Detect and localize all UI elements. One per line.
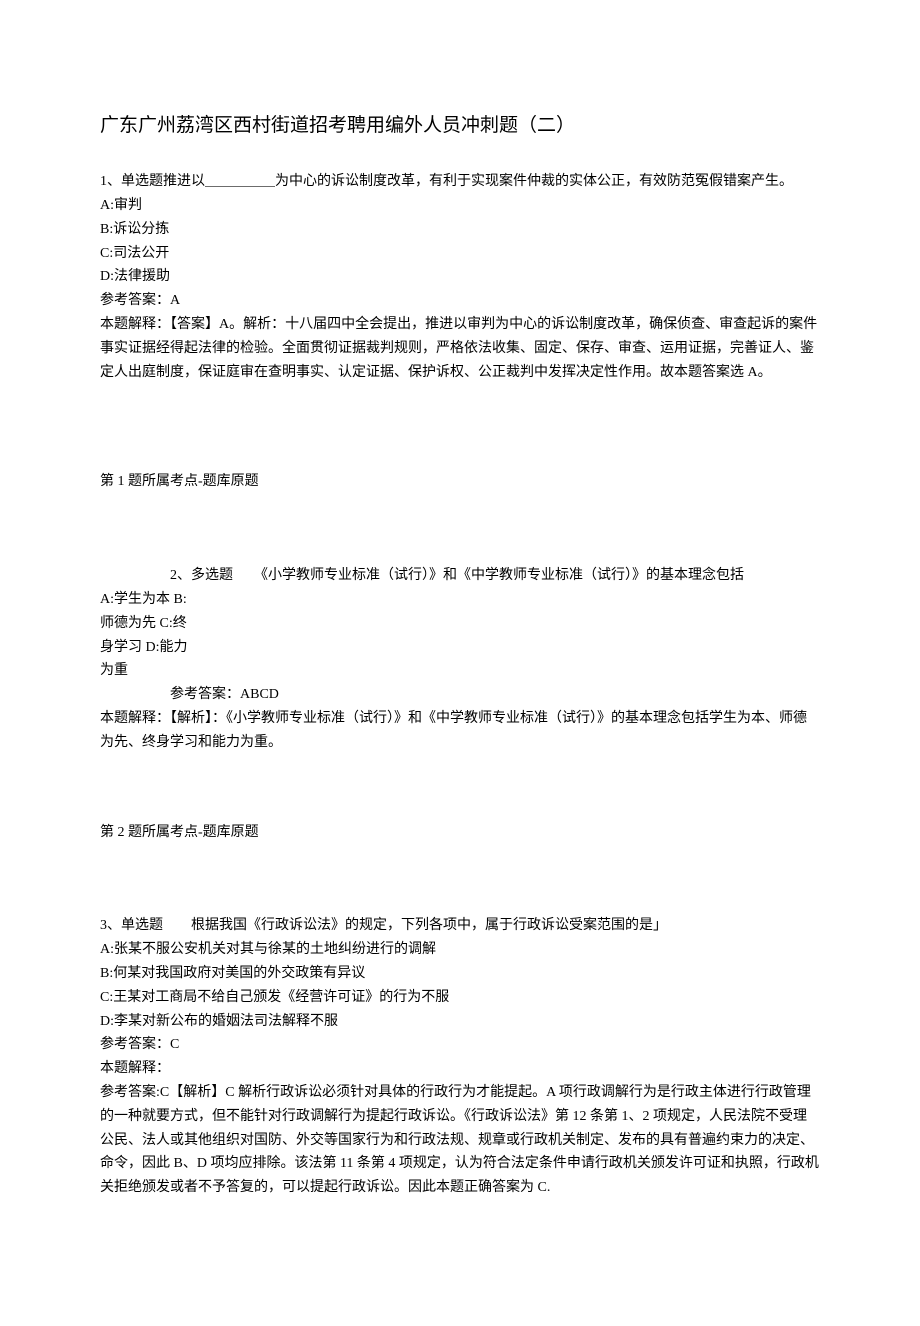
q2-explanation: 本题解释：【解析】：《小学教师专业标准（试行）》和《中学教师专业标准（试行）》的… [100, 707, 820, 755]
q2-stem: 2、多选题 《小学教师专业标准（试行）》和《中学教师专业标准（试行）》的基本理念… [100, 564, 820, 588]
q1-footer: 第 1 题所属考点-题库原题 [100, 470, 820, 494]
q1-explanation: 本题解释：【答案】A。解析：十八届四中全会提出，推进以审判为中心的诉讼制度改革，… [100, 313, 820, 384]
q1-option-a: A:审判 [100, 194, 820, 218]
q1-answer: 参考答案：A [100, 289, 820, 313]
q3-explanation-label: 本题解释： [100, 1057, 820, 1081]
q2-option-d: 为重 [100, 659, 820, 683]
q1-option-c: C:司法公开 [100, 242, 820, 266]
q3-explanation: 参考答案:C【解析】C 解析行政诉讼必须针对具体的行政行为才能提起。A 项行政调… [100, 1081, 820, 1200]
question-1: 1、单选题推进以＿＿＿＿＿为中心的诉讼制度改革，有利于实现案件仲裁的实体公正，有… [100, 170, 820, 384]
q2-footer: 第 2 题所属考点-题库原题 [100, 821, 820, 845]
page-title: 广东广州荔湾区西村街道招考聘用编外人员冲刺题（二） [100, 110, 820, 142]
q1-option-d: D:法律援助 [100, 265, 820, 289]
q2-option-c: 身学习 D:能力 [100, 636, 820, 660]
q3-option-c: C:王某对工商局不给自己颁发《经营许可证》的行为不服 [100, 986, 820, 1010]
q1-stem: 1、单选题推进以＿＿＿＿＿为中心的诉讼制度改革，有利于实现案件仲裁的实体公正，有… [100, 170, 820, 194]
question-2: 2、多选题 《小学教师专业标准（试行）》和《中学教师专业标准（试行）》的基本理念… [100, 564, 820, 754]
q3-stem: 3、单选题 根据我国《行政诉讼法》的规定，下列各项中，属于行政诉讼受案范围的是」 [100, 914, 820, 938]
q2-answer: 参考答案：ABCD [100, 683, 820, 707]
q3-option-b: B:何某对我国政府对美国的外交政策有异议 [100, 962, 820, 986]
q2-option-b: 师德为先 C:终 [100, 612, 820, 636]
q2-option-a: A:学生为本 B: [100, 588, 820, 612]
question-3: 3、单选题 根据我国《行政诉讼法》的规定，下列各项中，属于行政诉讼受案范围的是」… [100, 914, 820, 1200]
q1-option-b: B:诉讼分拣 [100, 218, 820, 242]
q3-answer: 参考答案：C [100, 1033, 820, 1057]
q3-option-d: D:李某对新公布的婚姻法司法解释不服 [100, 1010, 820, 1034]
q3-option-a: A:张某不服公安机关对其与徐某的土地纠纷进行的调解 [100, 938, 820, 962]
